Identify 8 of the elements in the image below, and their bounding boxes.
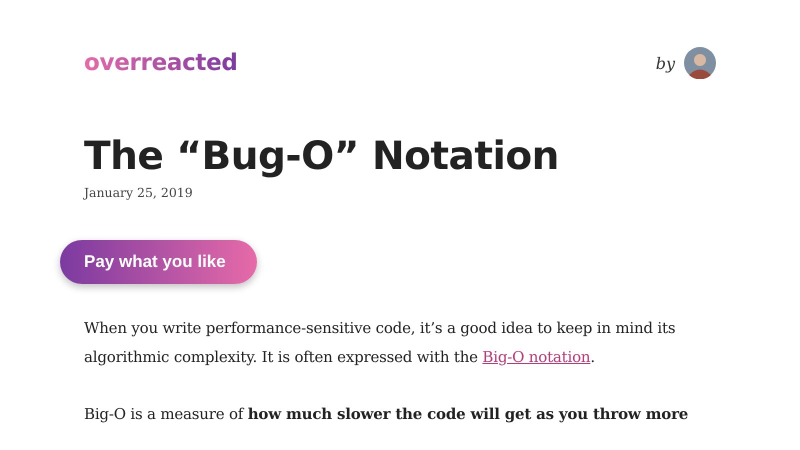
pay-button[interactable]: Pay what you like	[60, 240, 257, 284]
notation-link[interactable]: Big-O notation	[482, 348, 590, 366]
paragraph: When you write performance-sensitive code, it’s a good idea to keep in mind its algorithmic complexity. It is often expressed with the Big-O notation.	[84, 318, 676, 368]
byline: by	[656, 54, 675, 72]
post-title: The “Bug-O” Notation	[84, 133, 560, 181]
post-date: January 25, 2019	[84, 185, 194, 200]
avatar-icon	[684, 47, 716, 79]
paragraph: Big-O is a measure of how much slower the code will get as you throw more	[84, 404, 690, 425]
